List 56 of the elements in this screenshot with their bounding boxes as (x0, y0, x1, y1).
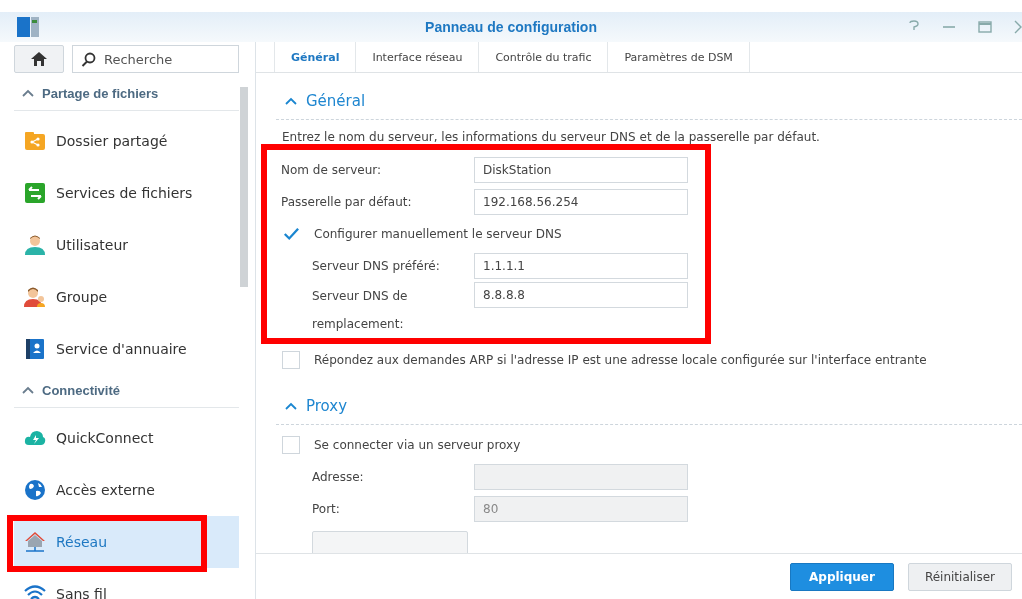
sidebar-item[interactable]: QuickConnect (14, 412, 239, 464)
home-icon (31, 52, 47, 66)
reset-button[interactable]: Réinitialiser (907, 562, 1012, 591)
checkbox-label: Configurer manuellement le serveur DNS (314, 227, 562, 241)
sidebar-item[interactable]: Service d'annuaire (14, 323, 239, 375)
field-label: Passerelle par défaut: (281, 194, 413, 211)
apply-button[interactable]: Appliquer (790, 562, 894, 591)
sidebar-item[interactable]: Dossier partagé (14, 115, 239, 167)
chevron-up-icon[interactable] (285, 97, 297, 105)
input-field[interactable]: 1.1.1.1 (474, 253, 688, 279)
chevron-up-icon[interactable] (22, 89, 34, 97)
maximize-icon[interactable] (978, 21, 992, 33)
sidebar-item[interactable]: Services de fichiers (14, 167, 239, 219)
tab[interactable]: Paramètres de DSM (608, 42, 750, 72)
window-title: Panneau de configuration (424, 19, 598, 35)
wifi-icon (24, 583, 46, 599)
arrows-icon (24, 182, 46, 204)
checkbox[interactable] (282, 225, 300, 243)
tab[interactable]: Général (274, 42, 357, 72)
group-icon (24, 286, 46, 308)
globe-icon (24, 479, 46, 501)
home-button[interactable] (14, 45, 64, 73)
close-icon[interactable] (1014, 20, 1022, 34)
house-icon (24, 531, 46, 553)
input-field[interactable]: 8.8.8.8 (474, 282, 688, 308)
input-field[interactable]: 192.168.56.254 (474, 189, 688, 215)
field-label: Nom de serveur: (281, 162, 383, 179)
chevron-up-icon[interactable] (285, 402, 297, 410)
input-field[interactable]: DiskStation (474, 157, 688, 183)
sidebar-item[interactable]: Groupe (14, 271, 239, 323)
checkbox-label: Se connecter via un serveur proxy (314, 438, 521, 452)
app-logo-icon (17, 17, 39, 37)
folder-icon (24, 130, 46, 152)
tab[interactable]: Interface réseau (356, 42, 480, 72)
sidebar-item[interactable]: Utilisateur (14, 219, 239, 271)
scrollbar[interactable] (240, 87, 248, 287)
search-field[interactable]: Recherche (72, 45, 239, 73)
sidebar-item[interactable]: Accès externe (14, 464, 239, 516)
user-icon (24, 234, 46, 256)
search-icon (81, 51, 96, 67)
checkbox-label: Répondez aux demandes ARP si l'adresse IP est une adresse locale configurée sur l'interface entrante (314, 353, 927, 367)
chevron-up-icon[interactable] (22, 386, 34, 394)
section-heading[interactable]: Connectivité (42, 382, 120, 398)
section-heading[interactable]: Général (306, 92, 366, 110)
checkbox[interactable] (282, 436, 300, 454)
sidebar-item[interactable]: Sans fil (14, 568, 239, 599)
tab[interactable]: Contrôle du trafic (479, 42, 609, 72)
field-label: Adresse: (312, 469, 365, 486)
description-text: Entrez le nom du serveur, les informations du serveur DNS et de la passerelle par défaut. (281, 129, 821, 146)
section-heading[interactable]: Proxy (306, 397, 348, 415)
section-heading[interactable]: Partage de fichiers (42, 85, 159, 101)
field-label: Serveur DNS préféré: (312, 258, 441, 275)
field-label: Serveur DNS de remplacement: (312, 288, 409, 333)
contact-book-icon (24, 338, 46, 360)
checkbox[interactable] (282, 351, 300, 369)
field-label: Port: (312, 501, 341, 518)
